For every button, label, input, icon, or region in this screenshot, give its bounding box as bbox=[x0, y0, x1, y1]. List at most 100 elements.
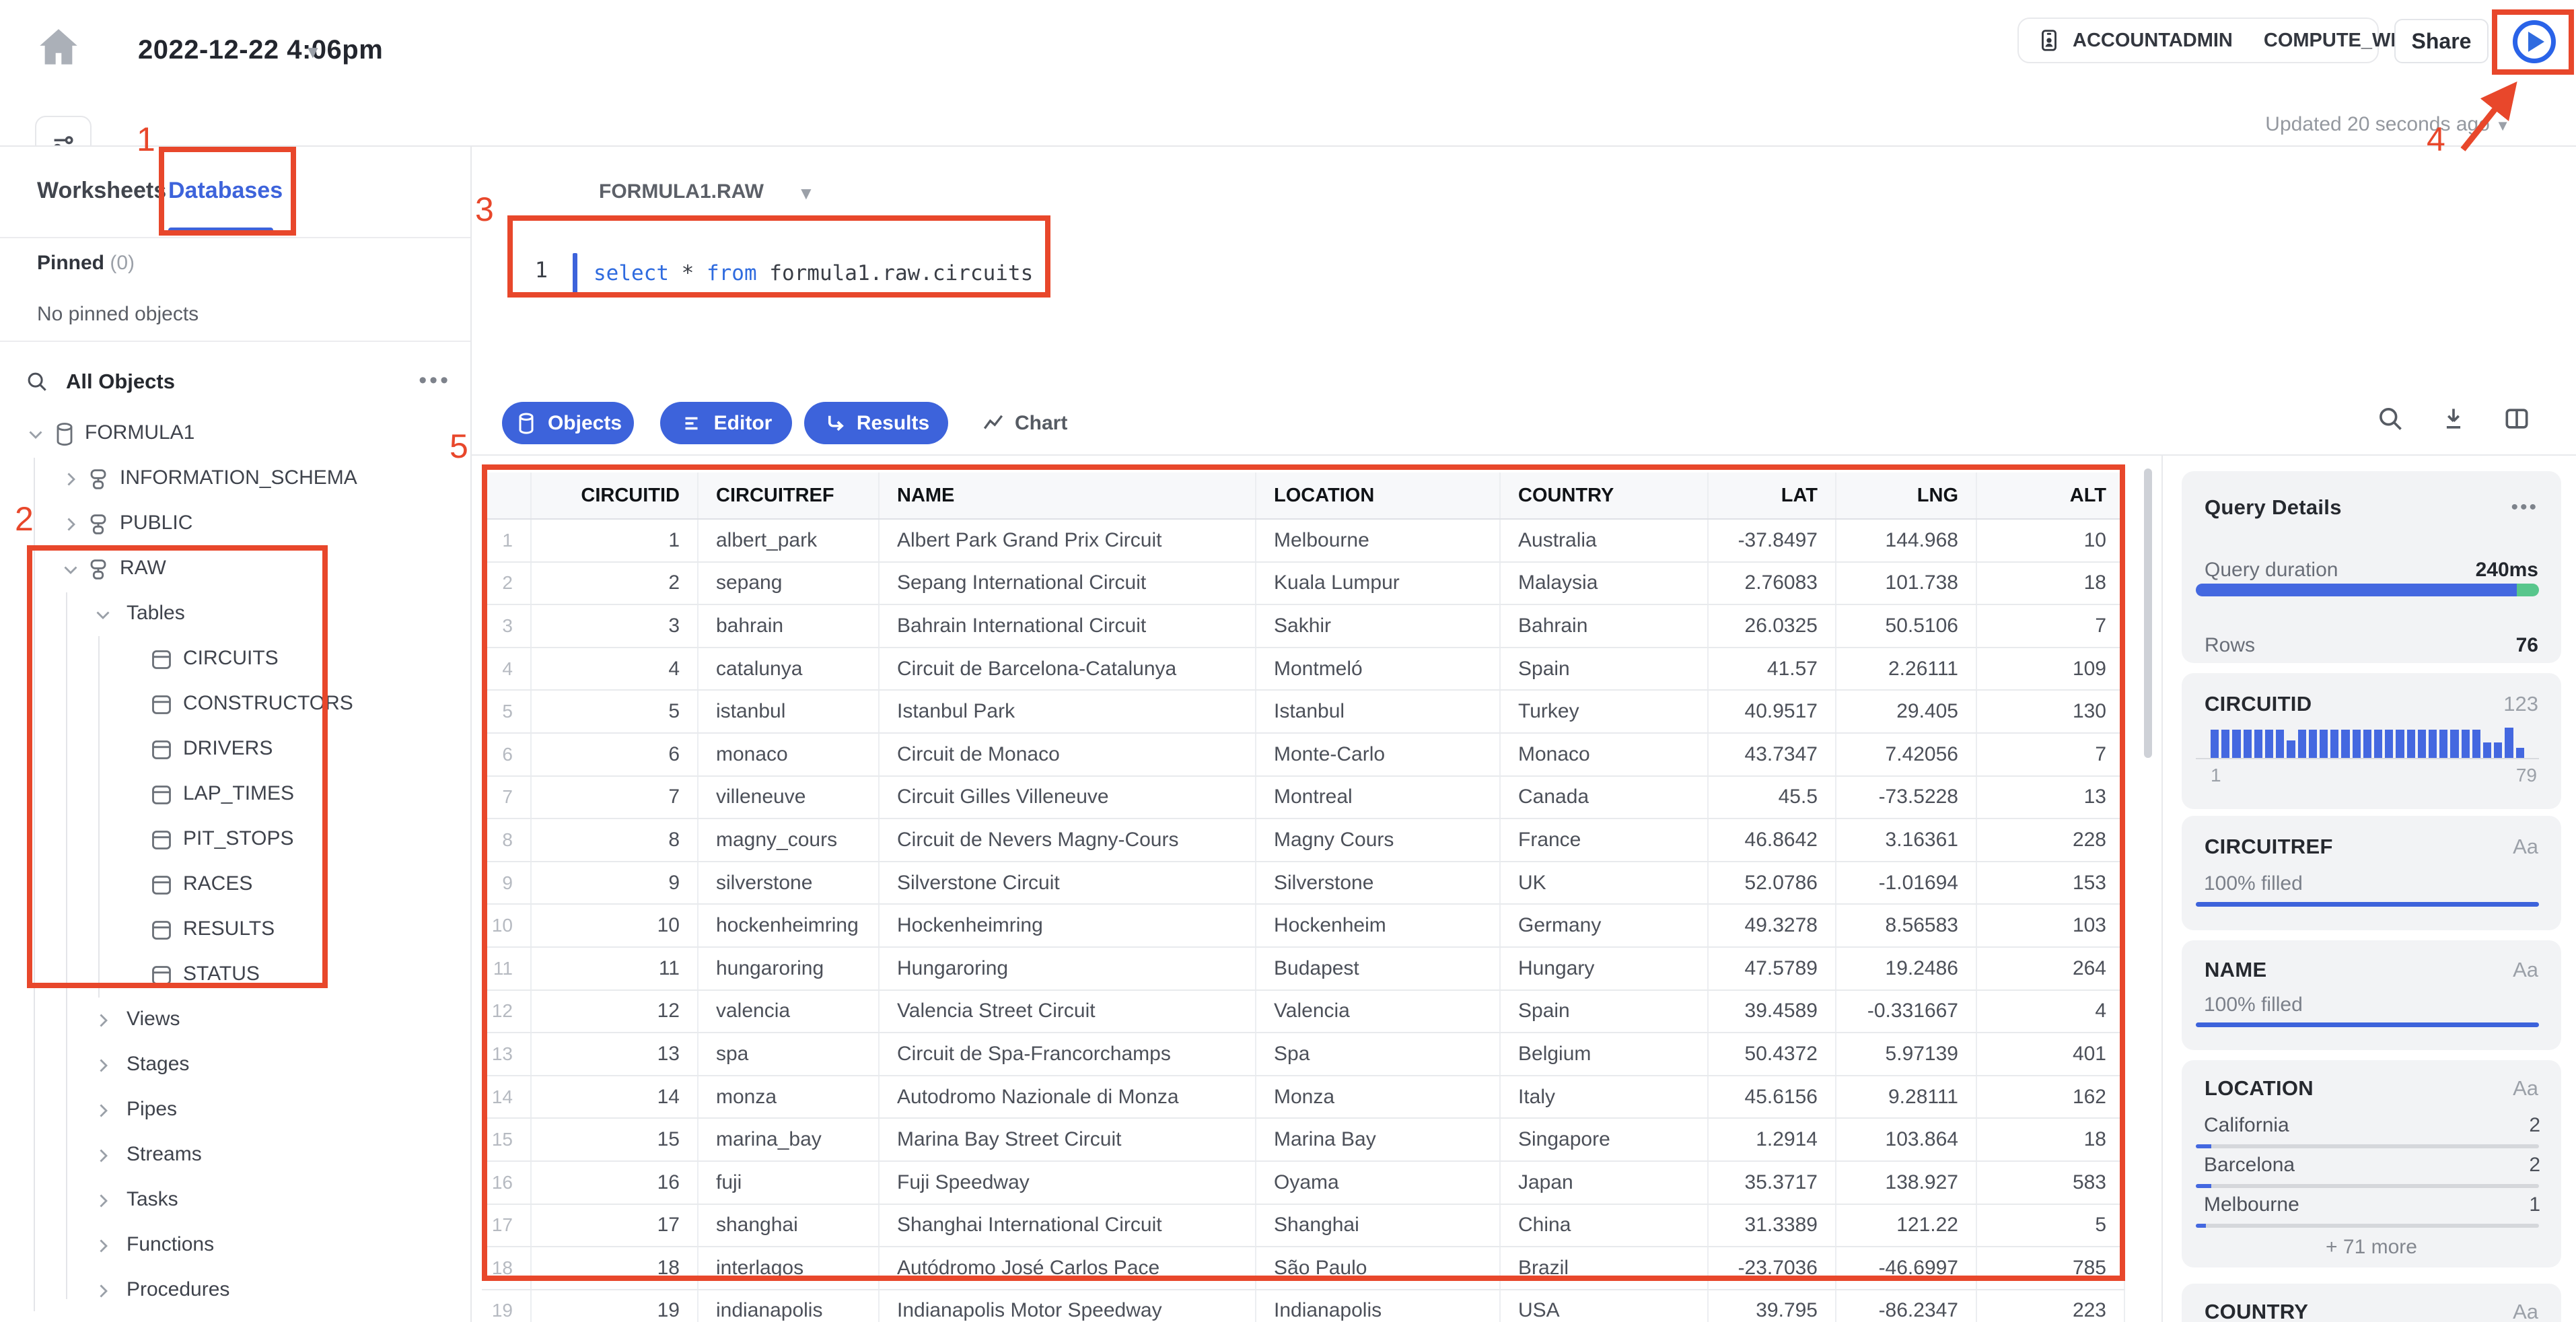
object-search[interactable]: All Objects ••• bbox=[24, 363, 455, 400]
chevron-down-icon[interactable] bbox=[59, 558, 82, 581]
table-row[interactable]: 2 2 sepang Sepang International Circuit Kual… bbox=[482, 562, 2125, 606]
tab-worksheets[interactable]: Worksheets bbox=[37, 178, 166, 204]
tree-item-constructors[interactable]: CONSTRUCTORS bbox=[0, 683, 470, 728]
table-row[interactable]: 16 16 fuji Fuji Speedway Oyama Japan 35.3717 13… bbox=[482, 1161, 2125, 1205]
table-cell: Brazil bbox=[1501, 1247, 1709, 1289]
context-caret-icon[interactable]: ▼ bbox=[797, 183, 815, 204]
tree-item-label: Views bbox=[127, 1008, 180, 1030]
tree-item-label: INFORMATION_SCHEMA bbox=[120, 466, 357, 489]
table-row[interactable]: 5 5 istanbul Istanbul Park Istanbul Turkey 40.… bbox=[482, 691, 2125, 734]
worksheet-title: 2022-12-22 4:06pm bbox=[138, 35, 384, 65]
tree-item-snowflake[interactable]: SNOWFLAKE bbox=[0, 1314, 470, 1322]
title-caret-icon[interactable]: ▼ bbox=[304, 42, 322, 63]
table-row[interactable]: 1 1 albert_park Albert Park Grand Prix Circ… bbox=[482, 520, 2125, 563]
tree-item-tasks[interactable]: Tasks bbox=[0, 1179, 470, 1224]
location-more-link[interactable]: + 71 more bbox=[2182, 1236, 2561, 1259]
tree-item-raw[interactable]: RAW bbox=[0, 547, 470, 592]
vertical-scrollbar[interactable] bbox=[2144, 468, 2152, 758]
table-cell: 162 bbox=[1977, 1076, 2125, 1118]
chevron-right-icon[interactable] bbox=[59, 513, 82, 536]
tree-item-status[interactable]: STATUS bbox=[0, 953, 470, 998]
country-card[interactable]: COUNTRY Aa bbox=[2182, 1284, 2561, 1322]
chevron-right-icon[interactable] bbox=[92, 1234, 114, 1257]
chevron-right-icon[interactable] bbox=[92, 1054, 114, 1077]
tree-item-stages[interactable]: Stages bbox=[0, 1043, 470, 1088]
tree-item-races[interactable]: RACES bbox=[0, 863, 470, 908]
histogram-bar bbox=[2232, 730, 2241, 758]
share-button[interactable]: Share bbox=[2394, 19, 2489, 63]
table-row[interactable]: 17 17 shanghai Shanghai International Circu… bbox=[482, 1204, 2125, 1248]
table-row[interactable]: 15 15 marina_bay Marina Bay Street Circuit M… bbox=[482, 1119, 2125, 1162]
table-row[interactable]: 11 11 hungaroring Hungaroring Budapest Hungar… bbox=[482, 947, 2125, 991]
table-row[interactable]: 14 14 monza Autodromo Nazionale di Monza Mon… bbox=[482, 1076, 2125, 1119]
split-panel-icon[interactable] bbox=[2502, 404, 2532, 433]
table-row[interactable]: 9 9 silverstone Silverstone Circuit Silverst… bbox=[482, 862, 2125, 905]
tree-item-streams[interactable]: Streams bbox=[0, 1134, 470, 1179]
tree-item-views[interactable]: Views bbox=[0, 998, 470, 1043]
tree-item-pit_stops[interactable]: PIT_STOPS bbox=[0, 818, 470, 863]
tree-item-tables[interactable]: Tables bbox=[0, 592, 470, 637]
table-row[interactable]: 10 10 hockenheimring Hockenheimring Hockenhe… bbox=[482, 905, 2125, 948]
table-row[interactable]: 4 4 catalunya Circuit de Barcelona-Cataluny… bbox=[482, 648, 2125, 691]
table-cell: 40.9517 bbox=[1709, 691, 1836, 732]
sql-editor-line[interactable]: select * from formula1.raw.circuits bbox=[594, 261, 1033, 285]
chevron-right-icon[interactable] bbox=[92, 1009, 114, 1032]
table-row[interactable]: 6 6 monaco Circuit de Monaco Monte-Carlo Mona… bbox=[482, 733, 2125, 777]
more-menu-icon[interactable]: ••• bbox=[419, 368, 451, 394]
table-cell: Malaysia bbox=[1501, 562, 1709, 604]
table-cell: Silverstone bbox=[1256, 862, 1501, 904]
query-details-menu-icon[interactable]: ••• bbox=[2511, 496, 2538, 519]
tree-item-public[interactable]: PUBLIC bbox=[0, 502, 470, 547]
table-cell: 401 bbox=[1977, 1033, 2125, 1075]
chevron-right-icon[interactable] bbox=[92, 1144, 114, 1167]
download-icon[interactable] bbox=[2439, 404, 2468, 433]
tree-item-drivers[interactable]: DRIVERS bbox=[0, 728, 470, 773]
histogram-bar bbox=[2243, 730, 2252, 758]
tab-chart[interactable]: Chart bbox=[981, 411, 1067, 436]
table-row[interactable]: 18 18 interlagos Autódromo José Carlos Pace… bbox=[482, 1247, 2125, 1290]
tab-databases[interactable]: Databases bbox=[168, 178, 283, 204]
tab-results[interactable]: Results bbox=[804, 402, 948, 444]
tree-item-results[interactable]: RESULTS bbox=[0, 908, 470, 953]
chevron-right-icon[interactable] bbox=[59, 468, 82, 491]
updated-status[interactable]: Updated 20 seconds ago ▼ bbox=[1952, 113, 2510, 136]
tree-item-formula1[interactable]: FORMULA1 bbox=[0, 412, 470, 457]
table-row[interactable]: 3 3 bahrain Bahrain International Circuit Sa… bbox=[482, 605, 2125, 648]
table-cell: Circuit de Nevers Magny-Cours bbox=[880, 819, 1256, 861]
chevron-right-icon[interactable] bbox=[92, 1280, 114, 1302]
table-row[interactable]: 8 8 magny_cours Circuit de Nevers Magny-Cou… bbox=[482, 819, 2125, 862]
histogram-bar bbox=[2417, 730, 2427, 758]
context-selector[interactable]: ACCOUNTADMIN COMPUTE_WH bbox=[2017, 18, 2404, 63]
tab-editor[interactable]: Editor bbox=[660, 402, 792, 444]
table-cell: marina_bay bbox=[699, 1119, 880, 1160]
home-icon[interactable] bbox=[34, 23, 83, 73]
table-row[interactable]: 12 12 valencia Valencia Street Circuit Valen… bbox=[482, 990, 2125, 1034]
schema-context-tab[interactable]: FORMULA1.RAW bbox=[599, 180, 764, 203]
table-row[interactable]: 19 19 indianapolis Indianapolis Motor Speed… bbox=[482, 1290, 2125, 1322]
chevron-right-icon[interactable] bbox=[92, 1189, 114, 1212]
db-icon bbox=[514, 411, 538, 436]
number-type-icon: 123 bbox=[2503, 692, 2538, 716]
tree-item-procedures[interactable]: Procedures bbox=[0, 1269, 470, 1314]
db-icon bbox=[51, 421, 78, 448]
tree-item-information_schema[interactable]: INFORMATION_SCHEMA bbox=[0, 457, 470, 502]
table-cell: 18 bbox=[1977, 562, 2125, 604]
tab-objects[interactable]: Objects bbox=[502, 402, 634, 444]
tree-item-lap_times[interactable]: LAP_TIMES bbox=[0, 773, 470, 818]
histogram-bar bbox=[2515, 748, 2524, 758]
tree-item-label: Procedures bbox=[127, 1278, 230, 1300]
tree-item-circuits[interactable]: CIRCUITS bbox=[0, 637, 470, 683]
chevron-down-icon[interactable] bbox=[24, 423, 47, 446]
table-row[interactable]: 7 7 villeneuve Circuit Gilles Villeneuve Mon… bbox=[482, 776, 2125, 820]
table-cell: 101.738 bbox=[1836, 562, 1977, 604]
tree-item-pipes[interactable]: Pipes bbox=[0, 1088, 470, 1134]
table-cell: Circuit de Barcelona-Catalunya bbox=[880, 648, 1256, 690]
location-entry-count: 2 bbox=[2529, 1114, 2540, 1136]
table-row[interactable]: 13 13 spa Circuit de Spa-Francorchamps Spa Be… bbox=[482, 1033, 2125, 1076]
chevron-right-icon[interactable] bbox=[92, 1099, 114, 1122]
chevron-down-icon[interactable] bbox=[92, 603, 114, 626]
table-cell: Sakhir bbox=[1256, 605, 1501, 647]
search-results-icon[interactable] bbox=[2375, 404, 2405, 433]
run-button[interactable] bbox=[2513, 20, 2556, 63]
tree-item-functions[interactable]: Functions bbox=[0, 1224, 470, 1269]
